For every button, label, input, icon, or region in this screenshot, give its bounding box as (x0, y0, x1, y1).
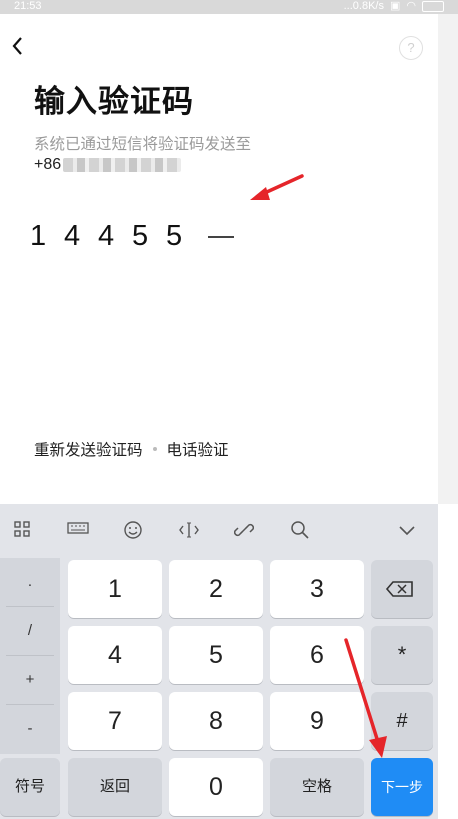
key-5[interactable]: 5 (169, 626, 263, 684)
sim-icon: ▣ (389, 0, 401, 12)
description: 系统已通过短信将验证码发送至 (34, 135, 252, 153)
space-key[interactable]: 空格 (270, 758, 364, 816)
phone-number: +86 (34, 156, 182, 174)
verification-code-input[interactable]: 1 4 4 5 5 (30, 218, 234, 254)
key-0[interactable]: 0 (169, 758, 263, 816)
code-digit: 5 (132, 219, 149, 252)
back-button[interactable] (6, 33, 32, 59)
grid-icon[interactable] (11, 520, 33, 540)
phone-number-blurred (63, 158, 182, 172)
screen-edge (438, 14, 458, 504)
symbol-column: . / + - (0, 558, 60, 754)
code-digit: 5 (166, 219, 183, 252)
key-7[interactable]: 7 (68, 692, 162, 750)
symbol-key[interactable]: - (0, 705, 60, 753)
verification-options: 重新发送验证码 电话验证 (34, 438, 229, 460)
link-icon[interactable] (233, 520, 255, 540)
symbol-key[interactable]: . (0, 558, 60, 606)
code-digit: 4 (98, 219, 115, 252)
keyboard-toolbar (0, 504, 438, 556)
help-icon: ? (407, 40, 415, 55)
key-2[interactable]: 2 (169, 560, 263, 618)
status-bar: 21:53 ...0.8K/s ▣ ◠ (0, 0, 458, 14)
backspace-icon (385, 581, 413, 597)
symbol-key[interactable]: / (0, 607, 60, 655)
code-digit: 1 (30, 219, 47, 252)
status-right: ...0.8K/s ▣ ◠ (344, 0, 444, 12)
cursor-icon[interactable] (178, 520, 200, 540)
key-8[interactable]: 8 (169, 692, 263, 750)
resend-code-link[interactable]: 重新发送验证码 (34, 438, 143, 460)
next-step-button[interactable]: 下一步 (371, 758, 433, 816)
code-digit: 4 (64, 219, 81, 252)
collapse-icon[interactable] (396, 520, 418, 540)
network-speed: ...0.8K/s (343, 0, 384, 12)
emoji-icon[interactable] (122, 520, 144, 540)
voice-verify-link[interactable]: 电话验证 (167, 438, 229, 460)
battery-icon (422, 0, 444, 12)
symbol-key[interactable]: + (0, 656, 60, 704)
code-cursor (208, 236, 234, 238)
backspace-key[interactable] (371, 560, 433, 618)
return-key[interactable]: 返回 (68, 758, 162, 816)
status-time: 21:53 (14, 0, 42, 12)
help-button[interactable]: ? (399, 36, 423, 60)
search-icon[interactable] (289, 520, 311, 540)
key-3[interactable]: 3 (270, 560, 364, 618)
page-title: 输入验证码 (34, 84, 194, 120)
key-1[interactable]: 1 (68, 560, 162, 618)
phone-prefix: +86 (34, 156, 62, 173)
annotation-arrow-top (250, 174, 304, 200)
chevron-left-icon (12, 37, 22, 55)
keyboard-icon[interactable] (67, 520, 89, 540)
separator-dot (152, 447, 157, 451)
annotation-arrow-bottom (344, 638, 387, 758)
key-4[interactable]: 4 (68, 626, 162, 684)
wifi-icon: ◠ (406, 0, 416, 12)
symbols-key[interactable]: 符号 (0, 758, 60, 816)
